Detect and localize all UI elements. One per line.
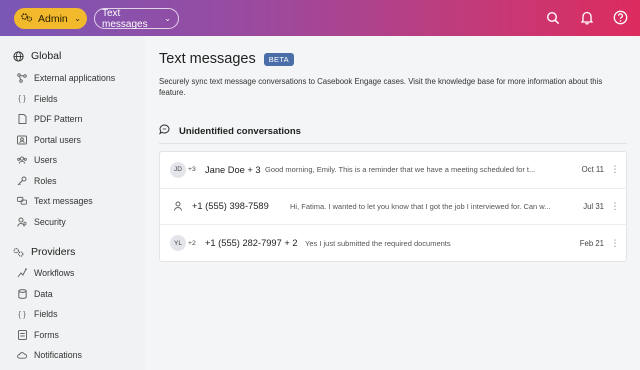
sidebar-item-label: Data: [34, 288, 53, 299]
sidebar-item-label: External applications: [34, 73, 116, 84]
nodes-icon: [17, 73, 27, 84]
more-options-icon[interactable]: ⋮: [610, 164, 620, 175]
sidebar-item-workflows[interactable]: Workflows: [0, 263, 145, 284]
page-description: Securely sync text message conversations…: [159, 77, 603, 97]
main-content: Text messages BETA Securely sync text me…: [145, 36, 640, 370]
database-icon: [17, 288, 27, 299]
conversation-name: +1 (555) 282-7997 + 2: [205, 238, 298, 249]
sidebar-group-label: Providers: [31, 246, 76, 258]
section-switcher-label: Text messages: [102, 7, 148, 30]
help-icon[interactable]: [611, 8, 630, 27]
conversation-date: Feb 21: [579, 238, 604, 248]
sidebar-item-label: Fields: [34, 93, 58, 104]
sidebar-item-portal-users[interactable]: Portal users: [0, 130, 145, 151]
search-icon[interactable]: [543, 8, 562, 27]
sidebar-item-label: Users: [34, 155, 57, 166]
providers-icon: [13, 247, 24, 258]
chat-bubble-icon: [159, 124, 170, 138]
conversation-preview: Good morning, Emily. This is a reminder …: [265, 165, 536, 175]
conversation-preview: Yes I just submitted the required docume…: [305, 238, 451, 248]
avatar: JD: [170, 161, 186, 178]
section-divider: [159, 143, 627, 144]
sidebar-group-label: Global: [31, 50, 62, 62]
users-icon: [17, 155, 27, 165]
sidebar-item-label: Text messages: [34, 196, 93, 207]
conversation-preview: Hi, Fatima. I wanted to let you know tha…: [290, 201, 551, 211]
chevron-down-icon: ⌄: [74, 14, 81, 23]
sidebar-item-pdf-pattern[interactable]: PDF Pattern: [0, 109, 145, 130]
section-header: Unidentified conversations: [159, 124, 301, 138]
document-icon: [17, 114, 27, 125]
sidebar-item-users[interactable]: Users: [0, 150, 145, 171]
sidebar-item-label: Notifications: [34, 350, 82, 361]
admin-menu-button[interactable]: Admin ⌄: [14, 8, 87, 29]
sidebar-item-label: PDF Pattern: [34, 114, 83, 125]
conversation-row[interactable]: JD +3 Jane Doe + 3 Good morning, Emily. …: [160, 152, 626, 189]
workflow-icon: [17, 268, 27, 278]
form-icon: [17, 329, 27, 340]
bell-icon[interactable]: [577, 8, 596, 27]
sidebar: Global External applications { } Fields …: [0, 36, 145, 370]
admin-cogs-icon: [20, 12, 33, 26]
conversation-list: JD +3 Jane Doe + 3 Good morning, Emily. …: [159, 151, 627, 262]
globe-icon: [13, 50, 24, 62]
sidebar-item-data[interactable]: Data: [0, 284, 145, 305]
avatar: YL: [170, 235, 186, 252]
sidebar-item-label: Fields: [34, 309, 58, 320]
sidebar-item-fields[interactable]: { } Fields: [0, 89, 145, 110]
braces-icon: { }: [18, 309, 26, 319]
conversation-row[interactable]: +1 (555) 398-7589 Hi, Fatima. I wanted t…: [160, 189, 626, 225]
participant-count: +2: [188, 239, 196, 247]
admin-label: Admin: [38, 12, 68, 25]
more-options-icon[interactable]: ⋮: [610, 201, 620, 212]
key-icon: [17, 176, 27, 186]
sidebar-item-label: Workflows: [34, 268, 75, 279]
conversation-row[interactable]: YL +2 +1 (555) 282-7997 + 2 Yes I just s…: [160, 225, 626, 262]
beta-badge: BETA: [263, 52, 294, 66]
section-switcher-button[interactable]: Text messages ⌄: [94, 7, 179, 30]
sidebar-item-label: Security: [34, 216, 66, 227]
sidebar-item-external-applications[interactable]: External applications: [0, 68, 145, 89]
sidebar-item-label: Portal users: [34, 134, 81, 145]
sidebar-item-notifications[interactable]: Notifications: [0, 345, 145, 366]
sidebar-item-label: Roles: [34, 175, 57, 186]
conversation-date: Jul 31: [583, 201, 604, 211]
sidebar-item-security[interactable]: Security: [0, 212, 145, 233]
chevron-down-icon: ⌄: [164, 14, 171, 23]
section-title: Unidentified conversations: [179, 125, 301, 137]
sidebar-item-text-messages[interactable]: Text messages: [0, 191, 145, 212]
portal-users-icon: [17, 135, 27, 145]
braces-icon: { }: [18, 94, 26, 104]
page-title: Text messages: [159, 51, 256, 67]
cloud-icon: [17, 350, 27, 360]
conversation-name: +1 (555) 398-7589: [192, 201, 269, 212]
sidebar-item-roles[interactable]: Roles: [0, 171, 145, 192]
person-icon: [170, 198, 186, 214]
top-bar: Admin ⌄ Text messages ⌄: [0, 0, 640, 36]
participant-count: +3: [188, 166, 196, 174]
more-options-icon[interactable]: ⋮: [610, 238, 620, 249]
security-user-icon: [17, 217, 27, 227]
chat-bubbles-icon: [17, 196, 27, 206]
conversation-name: Jane Doe + 3: [205, 164, 261, 175]
sidebar-item-label: Forms: [34, 329, 59, 340]
sidebar-item-provider-fields[interactable]: { } Fields: [0, 304, 145, 325]
sidebar-group-providers: Providers: [0, 242, 145, 262]
conversation-date: Oct 11: [581, 165, 604, 175]
sidebar-item-forms[interactable]: Forms: [0, 325, 145, 346]
sidebar-group-global: Global: [0, 46, 145, 66]
